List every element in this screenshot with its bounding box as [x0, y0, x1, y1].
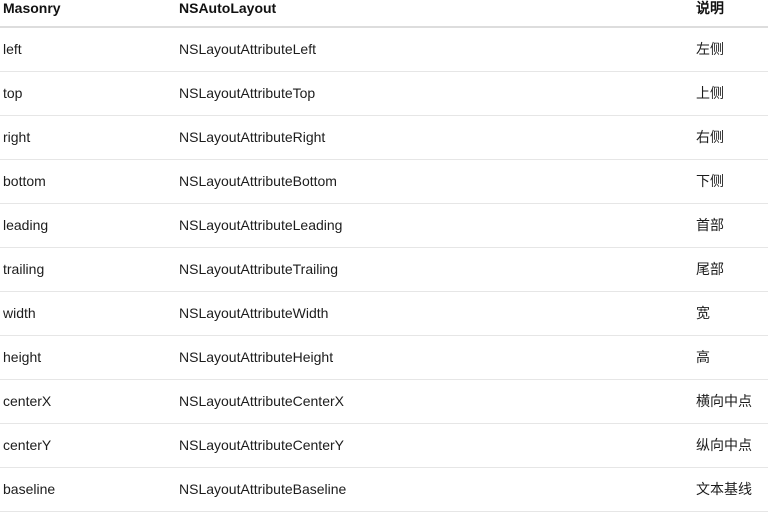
- cell-description: 横向中点: [696, 380, 768, 424]
- cell-masonry: left: [0, 27, 176, 72]
- cell-description: 宽: [696, 292, 768, 336]
- table-row: rightNSLayoutAttributeRight右侧: [0, 116, 768, 160]
- cell-masonry: trailing: [0, 248, 176, 292]
- table-header-row: Masonry NSAutoLayout 说明: [0, 0, 768, 27]
- table-row: heightNSLayoutAttributeHeight高: [0, 336, 768, 380]
- cell-nsautolayout: NSLayoutAttributeTop: [176, 72, 696, 116]
- column-header-masonry: Masonry: [0, 0, 176, 27]
- table-row: trailingNSLayoutAttributeTrailing尾部: [0, 248, 768, 292]
- table-row: topNSLayoutAttributeTop上侧: [0, 72, 768, 116]
- table-row: widthNSLayoutAttributeWidth宽: [0, 292, 768, 336]
- cell-description: 尾部: [696, 248, 768, 292]
- cell-nsautolayout: NSLayoutAttributeBottom: [176, 160, 696, 204]
- cell-masonry: leading: [0, 204, 176, 248]
- cell-description: 首部: [696, 204, 768, 248]
- cell-description: 高: [696, 336, 768, 380]
- cell-nsautolayout: NSLayoutAttributeCenterY: [176, 424, 696, 468]
- cell-nsautolayout: NSLayoutAttributeLeft: [176, 27, 696, 72]
- cell-masonry: baseline: [0, 468, 176, 512]
- cell-nsautolayout: NSLayoutAttributeBaseline: [176, 468, 696, 512]
- table-row: bottomNSLayoutAttributeBottom下侧: [0, 160, 768, 204]
- cell-nsautolayout: NSLayoutAttributeTrailing: [176, 248, 696, 292]
- cell-nsautolayout: NSLayoutAttributeRight: [176, 116, 696, 160]
- cell-nsautolayout: NSLayoutAttributeLeading: [176, 204, 696, 248]
- table-row: baselineNSLayoutAttributeBaseline文本基线: [0, 468, 768, 512]
- table-row: leftNSLayoutAttributeLeft左侧: [0, 27, 768, 72]
- cell-masonry: bottom: [0, 160, 176, 204]
- table-row: centerYNSLayoutAttributeCenterY纵向中点: [0, 424, 768, 468]
- cell-masonry: centerY: [0, 424, 176, 468]
- cell-description: 上侧: [696, 72, 768, 116]
- cell-masonry: width: [0, 292, 176, 336]
- masonry-attribute-table: Masonry NSAutoLayout 说明 leftNSLayoutAttr…: [0, 0, 768, 512]
- table-body: leftNSLayoutAttributeLeft左侧topNSLayoutAt…: [0, 27, 768, 512]
- cell-description: 纵向中点: [696, 424, 768, 468]
- cell-description: 左侧: [696, 27, 768, 72]
- table-row: leadingNSLayoutAttributeLeading首部: [0, 204, 768, 248]
- cell-masonry: top: [0, 72, 176, 116]
- table-header: Masonry NSAutoLayout 说明: [0, 0, 768, 27]
- column-header-nsautolayout: NSAutoLayout: [176, 0, 696, 27]
- table-row: centerXNSLayoutAttributeCenterX横向中点: [0, 380, 768, 424]
- cell-nsautolayout: NSLayoutAttributeWidth: [176, 292, 696, 336]
- cell-nsautolayout: NSLayoutAttributeHeight: [176, 336, 696, 380]
- cell-nsautolayout: NSLayoutAttributeCenterX: [176, 380, 696, 424]
- cell-masonry: right: [0, 116, 176, 160]
- cell-description: 右侧: [696, 116, 768, 160]
- cell-masonry: height: [0, 336, 176, 380]
- cell-masonry: centerX: [0, 380, 176, 424]
- column-header-description: 说明: [696, 0, 768, 27]
- cell-description: 文本基线: [696, 468, 768, 512]
- cell-description: 下侧: [696, 160, 768, 204]
